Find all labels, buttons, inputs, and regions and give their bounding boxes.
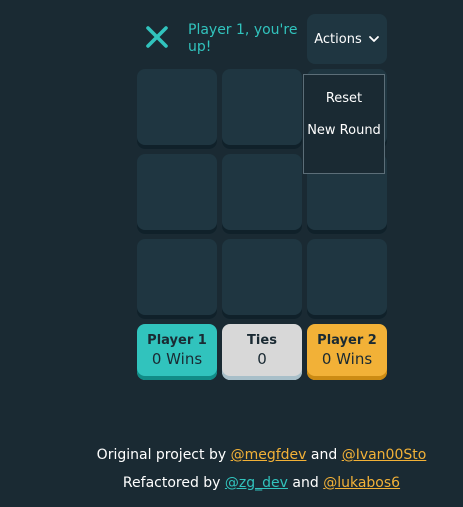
score-player-1: Player 1 0 Wins [137,324,217,380]
x-icon [146,26,168,48]
score-value: 0 Wins [151,350,203,368]
grid-cell-5[interactable] [222,154,302,234]
turn-indicator: Player 1, you're up! [188,22,298,55]
credits-and: and [306,447,342,463]
credits-and: and [287,475,324,491]
ivan00sto-link[interactable]: @Ivan00Sto [342,447,427,463]
credits-prefix: Refactored by [122,475,225,491]
score-label: Ties [247,333,277,348]
actions-button[interactable]: Actions [307,14,387,64]
menu-item-reset[interactable]: Reset [304,91,384,107]
score-ties: Ties 0 [222,324,302,380]
grid-cell-9[interactable] [307,239,387,319]
credits-refactored-line: Refactored by @zg_dev and @lukabos6 [0,469,463,497]
actions-menu: Reset New Round [303,74,385,174]
grid-cell-8[interactable] [222,239,302,319]
grid-cell-4[interactable] [137,154,217,234]
score-label: Player 1 [147,333,207,348]
grid-cell-1[interactable] [137,69,217,149]
megfdev-link[interactable]: @megfdev [231,447,307,463]
actions-label: Actions [314,31,362,47]
lukabos6-link[interactable]: @lukabos6 [323,475,400,491]
score-value: 0 [257,350,267,368]
credits-original-line: Original project by @megfdev and @Ivan00… [0,441,463,469]
credits-footer: Original project by @megfdev and @Ivan00… [0,441,463,497]
zg-dev-link[interactable]: @zg_dev [225,475,288,491]
score-label: Player 2 [317,333,377,348]
menu-item-new-round[interactable]: New Round [304,123,384,139]
scoreboard: Player 1 0 Wins Ties 0 Player 2 0 Wins [137,324,387,380]
chevron-down-icon [368,36,379,42]
score-value: 0 Wins [321,350,373,368]
grid-cell-7[interactable] [137,239,217,319]
grid-cell-2[interactable] [222,69,302,149]
credits-prefix: Original project by [96,447,231,463]
score-player-2: Player 2 0 Wins [307,324,387,380]
